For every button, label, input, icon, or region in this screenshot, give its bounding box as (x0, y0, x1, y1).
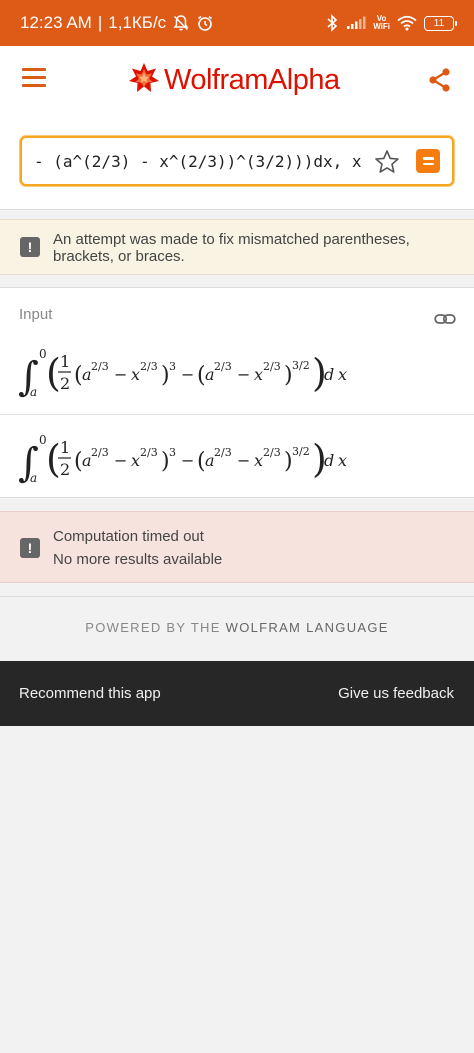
lower-limit: a (30, 471, 37, 485)
input-pod: Input ∫ 0 a ( 1 2 ( a 2/3 − x 2/3 ) 3 − … (0, 287, 474, 498)
exp-two-thirds-4: 2/3 (263, 446, 281, 459)
feedback-link[interactable]: Give us feedback (338, 685, 454, 702)
minus-1: − (114, 365, 127, 384)
status-left: 12:23 AM | 1,1КБ/с (20, 13, 214, 33)
exp-three-halves: 3/2 (292, 445, 310, 458)
status-right: Vo WiFi 11 (325, 14, 457, 32)
outer-paren-open: ( (46, 351, 61, 395)
signal-icon (346, 16, 366, 30)
parentheses-notice: ! An attempt was made to fix mismatched … (0, 219, 474, 275)
exp-two-thirds-1: 2/3 (91, 360, 109, 373)
notice-message: An attempt was made to fix mismatched pa… (53, 231, 410, 265)
footer-bar: Recommend this app Give us feedback (0, 661, 474, 726)
minus-2: − (181, 451, 194, 470)
share-icon[interactable] (426, 66, 454, 94)
var-x-2: x (254, 451, 263, 470)
hamburger-icon[interactable] (22, 68, 46, 88)
minus-2: − (181, 365, 194, 384)
exp-two-thirds-2: 2/3 (140, 360, 158, 373)
minus-3: − (237, 451, 250, 470)
vowifi-bottom: WiFi (373, 22, 390, 31)
differential-d: d (324, 365, 334, 384)
search-section (0, 112, 474, 210)
status-separator: | (97, 13, 103, 32)
search-box (20, 136, 454, 186)
exp-three-halves: 3/2 (292, 359, 310, 372)
no-results-message: No more results available (53, 551, 223, 568)
exp-two-thirds-2: 2/3 (140, 446, 158, 459)
star-icon[interactable] (374, 149, 400, 175)
exp-two-thirds-4: 2/3 (263, 360, 281, 373)
exp-two-thirds-3: 2/3 (214, 446, 232, 459)
fraction-numerator: 1 (60, 438, 70, 457)
status-network-speed: 1,1КБ/с (108, 13, 167, 32)
exp-cube: 3 (169, 360, 176, 373)
battery-indicator: 11 (424, 15, 457, 31)
exp-two-thirds-3: 2/3 (214, 360, 232, 373)
integral-formula-repeat: ∫ 0 a ( 1 2 ( a 2/3 − x 2/3 ) 3 − ( a 2/… (18, 433, 347, 486)
wolfram-spikey-icon (128, 62, 160, 99)
vowifi-indicator: Vo WiFi (373, 15, 390, 31)
var-x-1: x (131, 451, 140, 470)
alarm-icon (196, 14, 214, 32)
exclamation-icon: ! (20, 237, 40, 257)
bell-off-icon (172, 14, 190, 32)
fraction-denominator: 2 (60, 374, 70, 393)
var-x-1: x (131, 365, 140, 384)
fraction-denominator: 2 (60, 460, 70, 479)
link-icon[interactable] (434, 309, 456, 329)
powered-brand: WOLFRAM LANGUAGE (225, 620, 389, 635)
fraction-numerator: 1 (60, 352, 70, 371)
pod-title: Input (19, 306, 53, 323)
logo-wordmark: WolframAlpha (164, 64, 340, 97)
query-input[interactable] (34, 148, 369, 174)
wifi-icon (397, 15, 417, 31)
status-bar: 12:23 AM | 1,1КБ/с Vo WiFi 11 (0, 0, 474, 46)
logo-wolfram-text: Wolfram (164, 64, 268, 96)
lower-limit: a (30, 385, 37, 399)
outer-paren-open: ( (46, 437, 61, 481)
powered-by: POWERED BY THE WOLFRAM LANGUAGE (0, 620, 474, 635)
minus-1: − (114, 451, 127, 470)
timeout-message: Computation timed out (53, 528, 204, 545)
bluetooth-icon (325, 14, 339, 32)
battery-level: 11 (433, 17, 445, 29)
status-time: 12:23 AM (20, 13, 92, 32)
minus-3: − (237, 365, 250, 384)
logo-alpha-text: Alpha (267, 64, 340, 96)
wolframalpha-logo[interactable]: WolframAlpha (128, 62, 340, 99)
differential-x: x (338, 365, 347, 384)
differential-x: x (338, 451, 347, 470)
differential-d: d (324, 451, 334, 470)
powered-prefix: POWERED BY THE (85, 620, 226, 635)
recommend-app-link[interactable]: Recommend this app (19, 685, 161, 702)
var-x-2: x (254, 365, 263, 384)
app-header: WolframAlpha (0, 46, 474, 112)
equals-icon[interactable] (416, 149, 440, 173)
pod-divider (0, 414, 474, 415)
section-separator (0, 596, 474, 597)
exp-two-thirds-1: 2/3 (91, 446, 109, 459)
integral-formula: ∫ 0 a ( 1 2 ( a 2/3 − x 2/3 ) 3 − ( a 2/… (18, 347, 347, 400)
exclamation-icon: ! (20, 538, 40, 558)
exp-cube: 3 (169, 446, 176, 459)
timeout-notice: ! Computation timed out No more results … (0, 511, 474, 583)
